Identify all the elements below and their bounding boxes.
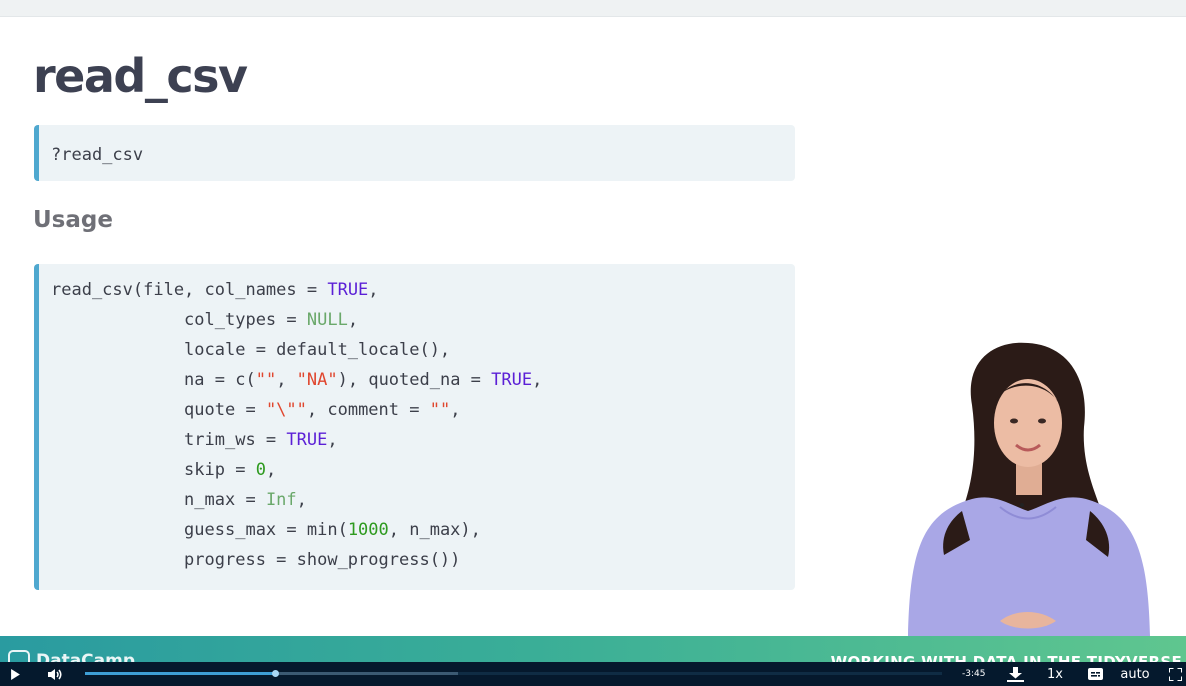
code-token-string: "" [255, 370, 277, 390]
code-token-string: "" [429, 400, 451, 420]
play-button[interactable] [4, 662, 26, 686]
code-token-number: 0 [255, 460, 266, 480]
slide-title: read_csv [33, 49, 248, 103]
progress-bar[interactable] [85, 670, 942, 677]
usage-code-line: trim_ws = TRUE, [51, 425, 795, 455]
progress-scrubber[interactable] [272, 670, 280, 677]
usage-code-line: read_csv(file, col_names = TRUE, [51, 275, 795, 305]
code-token-string: "NA" [296, 370, 338, 390]
volume-icon [47, 668, 61, 680]
code-token: locale = default_locale(), [51, 340, 451, 360]
code-token: ), quoted_na = [337, 370, 492, 390]
download-icon [1006, 666, 1024, 682]
code-token: col_types = [51, 310, 307, 330]
usage-code-line: na = c("", "NA"), quoted_na = TRUE, [51, 365, 795, 395]
code-token-number: 1000 [347, 520, 389, 540]
code-token: read_csv(file, col_names = [51, 280, 328, 300]
code-token-keyword: TRUE [491, 370, 533, 390]
usage-code-block: read_csv(file, col_names = TRUE, col_typ… [34, 264, 795, 590]
code-token: , [296, 490, 307, 510]
code-token: , [265, 460, 277, 480]
playback-speed-button[interactable]: 1x [1043, 662, 1067, 686]
code-token: , [276, 370, 297, 390]
help-code-block: ?read_csv [34, 125, 795, 181]
code-token: , [532, 370, 543, 390]
usage-code-line: progress = show_progress()) [51, 545, 795, 575]
code-token: , [327, 430, 338, 450]
usage-code-line: skip = 0, [51, 455, 795, 485]
volume-button[interactable] [44, 662, 66, 686]
captions-button[interactable] [1085, 662, 1105, 686]
code-token: , comment = [306, 400, 430, 420]
usage-code-line: locale = default_locale(), [51, 335, 795, 365]
code-token-keyword: TRUE [327, 280, 369, 300]
code-token: , [450, 400, 461, 420]
code-token: trim_ws = [51, 430, 287, 450]
help-command: ?read_csv [51, 145, 144, 165]
footer-band: DataCamp WORKING WITH DATA IN THE TIDYVE… [0, 636, 1186, 662]
code-token: skip = [51, 460, 256, 480]
course-title: WORKING WITH DATA IN THE TIDYVERSE [830, 653, 1182, 662]
presenter-video [900, 335, 1155, 636]
code-token-string: "\"" [265, 400, 307, 420]
usage-heading: Usage [33, 207, 113, 233]
play-icon [10, 668, 20, 680]
code-token-null: Inf [265, 490, 297, 510]
code-token: , [347, 310, 359, 330]
code-token: , [368, 280, 379, 300]
code-token-null: NULL [306, 310, 348, 330]
brand-name: DataCamp [36, 651, 136, 662]
code-token-keyword: TRUE [286, 430, 328, 450]
usage-code-line: quote = "\"", comment = "", [51, 395, 795, 425]
code-token: quote = [51, 400, 266, 420]
progress-played [85, 672, 276, 675]
usage-code-line: n_max = Inf, [51, 485, 795, 515]
code-token: na = c( [51, 370, 256, 390]
code-token: n_max = [51, 490, 266, 510]
time-remaining: -3:45 [962, 669, 986, 679]
code-token: progress = show_progress()) [51, 550, 461, 570]
code-token: , n_max), [388, 520, 481, 540]
brand: DataCamp [8, 650, 135, 662]
usage-code-line: col_types = NULL, [51, 305, 795, 335]
video-player-controls: -3:45 1x auto [0, 662, 1186, 686]
download-button[interactable] [1004, 662, 1026, 686]
datacamp-logo-icon [8, 650, 30, 662]
quality-button[interactable]: auto [1116, 662, 1154, 686]
captions-icon [1087, 668, 1103, 680]
code-token: guess_max = min( [51, 520, 348, 540]
fullscreen-button[interactable] [1165, 662, 1185, 686]
fullscreen-icon [1168, 667, 1182, 681]
usage-code-line: guess_max = min(1000, n_max), [51, 515, 795, 545]
top-strip [0, 0, 1186, 17]
